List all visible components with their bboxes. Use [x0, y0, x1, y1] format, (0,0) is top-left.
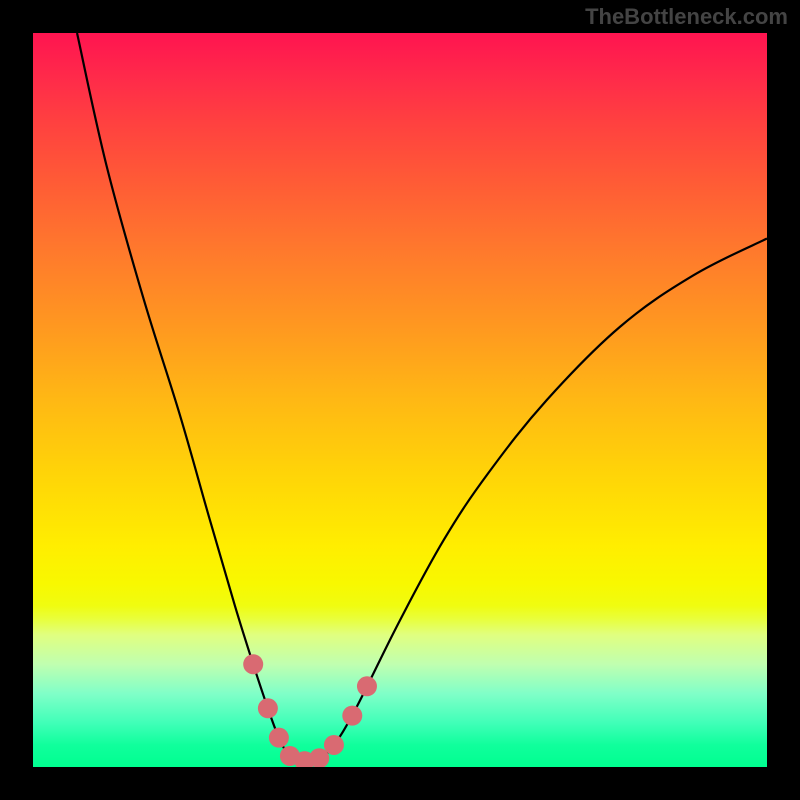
curve-marker: [324, 735, 344, 755]
curve-marker: [357, 676, 377, 696]
chart-frame: TheBottleneck.com: [0, 0, 800, 800]
curve-markers: [243, 654, 377, 767]
curve-marker: [269, 728, 289, 748]
curve-marker: [243, 654, 263, 674]
curve-marker: [258, 698, 278, 718]
curve-layer: [33, 33, 767, 767]
attribution-text: TheBottleneck.com: [585, 4, 788, 30]
plot-area: [33, 33, 767, 767]
bottleneck-curve: [77, 33, 767, 761]
curve-marker: [342, 706, 362, 726]
